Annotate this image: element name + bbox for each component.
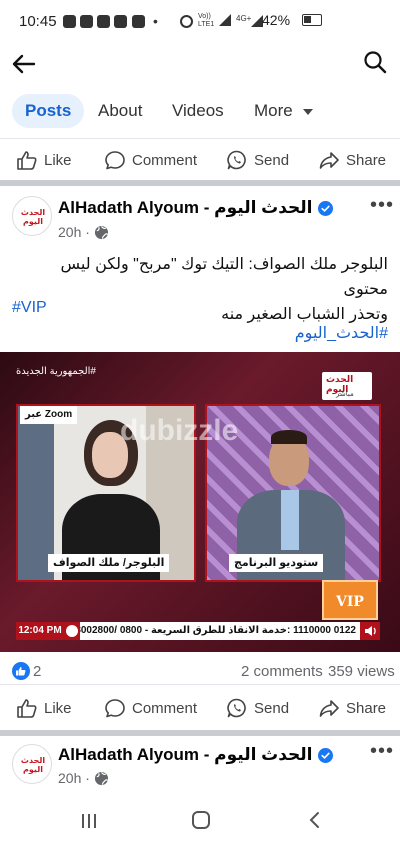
system-nav-bar bbox=[0, 798, 400, 844]
comment-label: Comment bbox=[132, 699, 198, 717]
volume-icon[interactable] bbox=[364, 624, 378, 638]
vip-badge: VIP bbox=[322, 580, 378, 620]
post-time-2[interactable]: 20h · bbox=[58, 770, 90, 786]
comment-icon bbox=[104, 697, 126, 719]
alarm-icon bbox=[180, 15, 193, 28]
share-label: Share bbox=[346, 151, 387, 169]
share-label: Share bbox=[346, 699, 387, 717]
page-tabs: Posts About Videos More bbox=[0, 84, 400, 138]
battery-icon bbox=[302, 14, 322, 26]
reaction-count[interactable]: 2 bbox=[33, 663, 41, 680]
avatar-logo-text: الحدث اليوم bbox=[20, 208, 46, 226]
post-share-button[interactable]: Share bbox=[318, 685, 386, 731]
messenger-icon bbox=[63, 15, 76, 28]
tab-videos[interactable]: Videos bbox=[172, 94, 224, 128]
channel-logo: الحدث اليوم مباشر bbox=[322, 372, 372, 400]
status-bar: 10:45 • Vo)) LTE1 4G+ 42% bbox=[0, 0, 400, 44]
back-arrow-icon[interactable] bbox=[10, 50, 38, 78]
post-send-button[interactable]: Send bbox=[226, 685, 289, 731]
send-label: Send bbox=[254, 151, 290, 169]
action-bar-post: Like Comment Send Share bbox=[0, 684, 400, 730]
whatsapp-icon bbox=[114, 15, 127, 28]
volte-indicator: Vo)) LTE1 bbox=[198, 13, 215, 28]
comment-button[interactable]: Comment bbox=[104, 139, 197, 181]
globe-icon bbox=[94, 225, 109, 240]
watermark: dubizzle bbox=[120, 414, 239, 447]
send-label: Send bbox=[254, 699, 290, 717]
tab-more-label: More bbox=[254, 101, 293, 120]
post-meta: 20h · bbox=[58, 224, 109, 240]
post-text-line-1: البلوجر ملك الصواف: التيك توك "مربح" ولك… bbox=[60, 256, 388, 298]
comment-label: Comment bbox=[132, 151, 198, 169]
post-card-2: الحدث اليوم AlHadath Alyoum - الحدث اليو… bbox=[0, 736, 400, 798]
share-icon bbox=[318, 149, 340, 171]
verified-badge-icon bbox=[317, 200, 333, 216]
like-reaction-icon bbox=[12, 662, 30, 680]
search-icon[interactable] bbox=[362, 49, 388, 75]
tab-posts[interactable]: Posts bbox=[12, 94, 85, 128]
page-avatar[interactable]: الحدث اليوم bbox=[12, 196, 52, 236]
avatar-logo-text-2: الحدث اليوم bbox=[20, 756, 46, 774]
ticker-logo-icon bbox=[66, 625, 78, 637]
channel-live-text: مباشر bbox=[336, 391, 354, 398]
comment-icon bbox=[104, 149, 126, 171]
comment-count[interactable]: 2 comments bbox=[241, 663, 323, 680]
action-bar-top: Like Comment Send Share bbox=[0, 138, 400, 180]
signal-icon bbox=[218, 13, 232, 27]
share-icon bbox=[318, 697, 340, 719]
host-hair bbox=[271, 430, 307, 444]
more-options-icon[interactable]: ••• bbox=[370, 194, 394, 217]
post-time[interactable]: 20h · bbox=[58, 224, 90, 240]
send-button[interactable]: Send bbox=[226, 139, 289, 181]
studio-caption: ستوديو البرنامج bbox=[229, 554, 324, 572]
top-app-bar bbox=[0, 44, 400, 84]
whatsapp-send-icon bbox=[226, 149, 248, 171]
ticker-time: 12:04 PM bbox=[16, 622, 64, 640]
like-label: Like bbox=[44, 151, 72, 169]
post-text: البلوجر ملك الصواف: التيك توك "مربح" ولك… bbox=[12, 252, 388, 327]
post-meta-2: 20h · bbox=[58, 770, 109, 786]
hashtag-alhadath[interactable]: #الحدث_اليوم bbox=[295, 323, 388, 343]
share-button[interactable]: Share bbox=[318, 139, 386, 181]
recent-apps-icon[interactable] bbox=[80, 812, 98, 830]
whatsapp-send-icon bbox=[226, 697, 248, 719]
guest-caption: البلوجر/ ملك الصواف bbox=[48, 554, 170, 572]
thumbs-up-icon bbox=[16, 697, 38, 719]
more-options-icon-2[interactable]: ••• bbox=[370, 740, 394, 763]
view-count: 359 views bbox=[328, 663, 395, 680]
battery-percent: 42% bbox=[262, 12, 291, 28]
gallery-icon bbox=[97, 15, 110, 28]
home-icon[interactable] bbox=[192, 811, 210, 829]
thumbs-up-icon bbox=[16, 149, 38, 171]
post-like-button[interactable]: Like bbox=[16, 685, 72, 731]
instagram-icon bbox=[132, 15, 145, 28]
like-button[interactable]: Like bbox=[16, 139, 72, 181]
host-shirt bbox=[281, 490, 299, 550]
status-time: 10:45 bbox=[19, 13, 57, 30]
post-video[interactable]: #الجمهورية الجديدة الحدث اليوم مباشر Zoo… bbox=[0, 352, 400, 652]
verified-badge-icon bbox=[317, 747, 333, 763]
ticker-text: 0122 1110000 :خدمة الانقاذ للطرق السريعة… bbox=[80, 622, 360, 640]
post-comment-button[interactable]: Comment bbox=[104, 685, 197, 731]
page-name-2[interactable]: AlHadath Alyoum - الحدث اليوم bbox=[58, 745, 313, 765]
tab-more[interactable]: More bbox=[254, 94, 314, 128]
caret-down-icon bbox=[303, 108, 314, 115]
hashtag-vip[interactable]: #VIP bbox=[12, 299, 47, 317]
page-avatar-2[interactable]: الحدث اليوم bbox=[12, 744, 52, 784]
notification-icon bbox=[80, 15, 93, 28]
like-label: Like bbox=[44, 699, 72, 717]
page-name[interactable]: AlHadath Alyoum - الحدث اليوم bbox=[58, 198, 313, 218]
nav-back-icon[interactable] bbox=[306, 811, 324, 829]
post-header: AlHadath Alyoum - الحدث اليوم bbox=[58, 198, 333, 218]
post-header-2: AlHadath Alyoum - الحدث اليوم bbox=[58, 745, 333, 765]
more-notifications-icon: • bbox=[153, 13, 158, 29]
zoom-label: Zoom عبر bbox=[20, 406, 78, 424]
globe-icon bbox=[94, 771, 109, 786]
news-ticker: 12:04 PM 0122 1110000 :خدمة الانقاذ للطر… bbox=[16, 622, 380, 640]
tab-about[interactable]: About bbox=[98, 94, 142, 128]
video-hashtag-label: #الجمهورية الجديدة bbox=[16, 366, 96, 377]
